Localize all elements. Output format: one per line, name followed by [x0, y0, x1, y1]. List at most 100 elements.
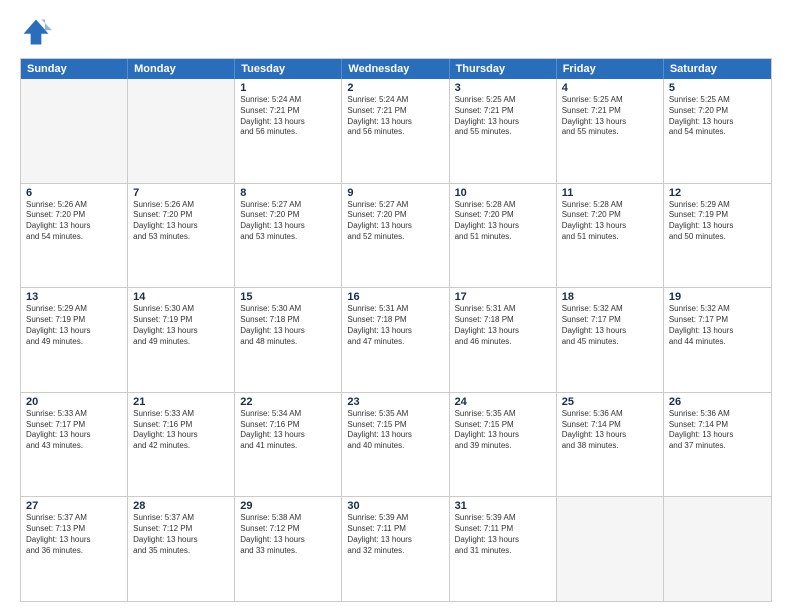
calendar-cell — [21, 79, 128, 183]
day-number: 28 — [133, 500, 229, 512]
day-info: Sunrise: 5:32 AM Sunset: 7:17 PM Dayligh… — [562, 304, 658, 347]
header — [20, 16, 772, 48]
day-info: Sunrise: 5:25 AM Sunset: 7:21 PM Dayligh… — [562, 95, 658, 138]
day-info: Sunrise: 5:26 AM Sunset: 7:20 PM Dayligh… — [26, 200, 122, 243]
day-info: Sunrise: 5:39 AM Sunset: 7:11 PM Dayligh… — [455, 513, 551, 556]
page: SundayMondayTuesdayWednesdayThursdayFrid… — [0, 0, 792, 612]
day-info: Sunrise: 5:29 AM Sunset: 7:19 PM Dayligh… — [26, 304, 122, 347]
day-info: Sunrise: 5:28 AM Sunset: 7:20 PM Dayligh… — [562, 200, 658, 243]
day-number: 27 — [26, 500, 122, 512]
day-info: Sunrise: 5:35 AM Sunset: 7:15 PM Dayligh… — [347, 409, 443, 452]
day-number: 1 — [240, 82, 336, 94]
calendar-cell: 30Sunrise: 5:39 AM Sunset: 7:11 PM Dayli… — [342, 497, 449, 601]
day-number: 3 — [455, 82, 551, 94]
calendar-cell: 10Sunrise: 5:28 AM Sunset: 7:20 PM Dayli… — [450, 184, 557, 288]
day-info: Sunrise: 5:26 AM Sunset: 7:20 PM Dayligh… — [133, 200, 229, 243]
day-info: Sunrise: 5:31 AM Sunset: 7:18 PM Dayligh… — [347, 304, 443, 347]
calendar-cell: 27Sunrise: 5:37 AM Sunset: 7:13 PM Dayli… — [21, 497, 128, 601]
day-number: 21 — [133, 396, 229, 408]
calendar-cell: 14Sunrise: 5:30 AM Sunset: 7:19 PM Dayli… — [128, 288, 235, 392]
calendar-cell: 28Sunrise: 5:37 AM Sunset: 7:12 PM Dayli… — [128, 497, 235, 601]
calendar-row: 27Sunrise: 5:37 AM Sunset: 7:13 PM Dayli… — [21, 496, 771, 601]
day-number: 30 — [347, 500, 443, 512]
calendar-header-day: Wednesday — [342, 59, 449, 79]
calendar-cell: 17Sunrise: 5:31 AM Sunset: 7:18 PM Dayli… — [450, 288, 557, 392]
calendar-header-day: Sunday — [21, 59, 128, 79]
day-number: 25 — [562, 396, 658, 408]
day-info: Sunrise: 5:33 AM Sunset: 7:17 PM Dayligh… — [26, 409, 122, 452]
day-number: 24 — [455, 396, 551, 408]
day-number: 7 — [133, 187, 229, 199]
day-number: 18 — [562, 291, 658, 303]
calendar-header-day: Saturday — [664, 59, 771, 79]
calendar-cell: 2Sunrise: 5:24 AM Sunset: 7:21 PM Daylig… — [342, 79, 449, 183]
calendar-cell: 22Sunrise: 5:34 AM Sunset: 7:16 PM Dayli… — [235, 393, 342, 497]
calendar-cell: 12Sunrise: 5:29 AM Sunset: 7:19 PM Dayli… — [664, 184, 771, 288]
calendar-cell: 23Sunrise: 5:35 AM Sunset: 7:15 PM Dayli… — [342, 393, 449, 497]
calendar-cell: 25Sunrise: 5:36 AM Sunset: 7:14 PM Dayli… — [557, 393, 664, 497]
calendar-cell: 19Sunrise: 5:32 AM Sunset: 7:17 PM Dayli… — [664, 288, 771, 392]
day-info: Sunrise: 5:31 AM Sunset: 7:18 PM Dayligh… — [455, 304, 551, 347]
calendar-cell: 8Sunrise: 5:27 AM Sunset: 7:20 PM Daylig… — [235, 184, 342, 288]
calendar-cell: 20Sunrise: 5:33 AM Sunset: 7:17 PM Dayli… — [21, 393, 128, 497]
logo — [20, 16, 56, 48]
day-info: Sunrise: 5:28 AM Sunset: 7:20 PM Dayligh… — [455, 200, 551, 243]
calendar-cell: 29Sunrise: 5:38 AM Sunset: 7:12 PM Dayli… — [235, 497, 342, 601]
calendar-cell: 31Sunrise: 5:39 AM Sunset: 7:11 PM Dayli… — [450, 497, 557, 601]
day-info: Sunrise: 5:35 AM Sunset: 7:15 PM Dayligh… — [455, 409, 551, 452]
calendar-cell: 13Sunrise: 5:29 AM Sunset: 7:19 PM Dayli… — [21, 288, 128, 392]
day-number: 13 — [26, 291, 122, 303]
calendar-row: 1Sunrise: 5:24 AM Sunset: 7:21 PM Daylig… — [21, 79, 771, 183]
calendar-cell: 26Sunrise: 5:36 AM Sunset: 7:14 PM Dayli… — [664, 393, 771, 497]
day-info: Sunrise: 5:32 AM Sunset: 7:17 PM Dayligh… — [669, 304, 766, 347]
day-info: Sunrise: 5:36 AM Sunset: 7:14 PM Dayligh… — [562, 409, 658, 452]
day-number: 11 — [562, 187, 658, 199]
day-info: Sunrise: 5:24 AM Sunset: 7:21 PM Dayligh… — [240, 95, 336, 138]
day-info: Sunrise: 5:27 AM Sunset: 7:20 PM Dayligh… — [347, 200, 443, 243]
calendar-header-day: Thursday — [450, 59, 557, 79]
calendar-row: 6Sunrise: 5:26 AM Sunset: 7:20 PM Daylig… — [21, 183, 771, 288]
day-info: Sunrise: 5:39 AM Sunset: 7:11 PM Dayligh… — [347, 513, 443, 556]
day-number: 14 — [133, 291, 229, 303]
calendar-row: 13Sunrise: 5:29 AM Sunset: 7:19 PM Dayli… — [21, 287, 771, 392]
calendar-header: SundayMondayTuesdayWednesdayThursdayFrid… — [21, 59, 771, 79]
day-number: 31 — [455, 500, 551, 512]
calendar: SundayMondayTuesdayWednesdayThursdayFrid… — [20, 58, 772, 602]
day-info: Sunrise: 5:25 AM Sunset: 7:20 PM Dayligh… — [669, 95, 766, 138]
calendar-header-day: Monday — [128, 59, 235, 79]
calendar-cell: 21Sunrise: 5:33 AM Sunset: 7:16 PM Dayli… — [128, 393, 235, 497]
calendar-cell: 6Sunrise: 5:26 AM Sunset: 7:20 PM Daylig… — [21, 184, 128, 288]
day-number: 9 — [347, 187, 443, 199]
calendar-header-day: Friday — [557, 59, 664, 79]
day-number: 12 — [669, 187, 766, 199]
day-info: Sunrise: 5:34 AM Sunset: 7:16 PM Dayligh… — [240, 409, 336, 452]
day-info: Sunrise: 5:30 AM Sunset: 7:18 PM Dayligh… — [240, 304, 336, 347]
calendar-row: 20Sunrise: 5:33 AM Sunset: 7:17 PM Dayli… — [21, 392, 771, 497]
calendar-body: 1Sunrise: 5:24 AM Sunset: 7:21 PM Daylig… — [21, 79, 771, 601]
day-number: 5 — [669, 82, 766, 94]
day-number: 20 — [26, 396, 122, 408]
day-number: 17 — [455, 291, 551, 303]
calendar-cell: 18Sunrise: 5:32 AM Sunset: 7:17 PM Dayli… — [557, 288, 664, 392]
day-number: 4 — [562, 82, 658, 94]
day-info: Sunrise: 5:25 AM Sunset: 7:21 PM Dayligh… — [455, 95, 551, 138]
day-info: Sunrise: 5:29 AM Sunset: 7:19 PM Dayligh… — [669, 200, 766, 243]
calendar-cell: 24Sunrise: 5:35 AM Sunset: 7:15 PM Dayli… — [450, 393, 557, 497]
logo-icon — [20, 16, 52, 48]
day-info: Sunrise: 5:37 AM Sunset: 7:12 PM Dayligh… — [133, 513, 229, 556]
calendar-cell: 7Sunrise: 5:26 AM Sunset: 7:20 PM Daylig… — [128, 184, 235, 288]
calendar-cell: 5Sunrise: 5:25 AM Sunset: 7:20 PM Daylig… — [664, 79, 771, 183]
day-number: 26 — [669, 396, 766, 408]
day-number: 29 — [240, 500, 336, 512]
calendar-cell — [664, 497, 771, 601]
day-info: Sunrise: 5:30 AM Sunset: 7:19 PM Dayligh… — [133, 304, 229, 347]
day-number: 22 — [240, 396, 336, 408]
calendar-cell: 4Sunrise: 5:25 AM Sunset: 7:21 PM Daylig… — [557, 79, 664, 183]
calendar-cell: 11Sunrise: 5:28 AM Sunset: 7:20 PM Dayli… — [557, 184, 664, 288]
calendar-cell: 3Sunrise: 5:25 AM Sunset: 7:21 PM Daylig… — [450, 79, 557, 183]
day-info: Sunrise: 5:38 AM Sunset: 7:12 PM Dayligh… — [240, 513, 336, 556]
day-info: Sunrise: 5:36 AM Sunset: 7:14 PM Dayligh… — [669, 409, 766, 452]
calendar-cell: 15Sunrise: 5:30 AM Sunset: 7:18 PM Dayli… — [235, 288, 342, 392]
day-number: 15 — [240, 291, 336, 303]
calendar-cell — [128, 79, 235, 183]
